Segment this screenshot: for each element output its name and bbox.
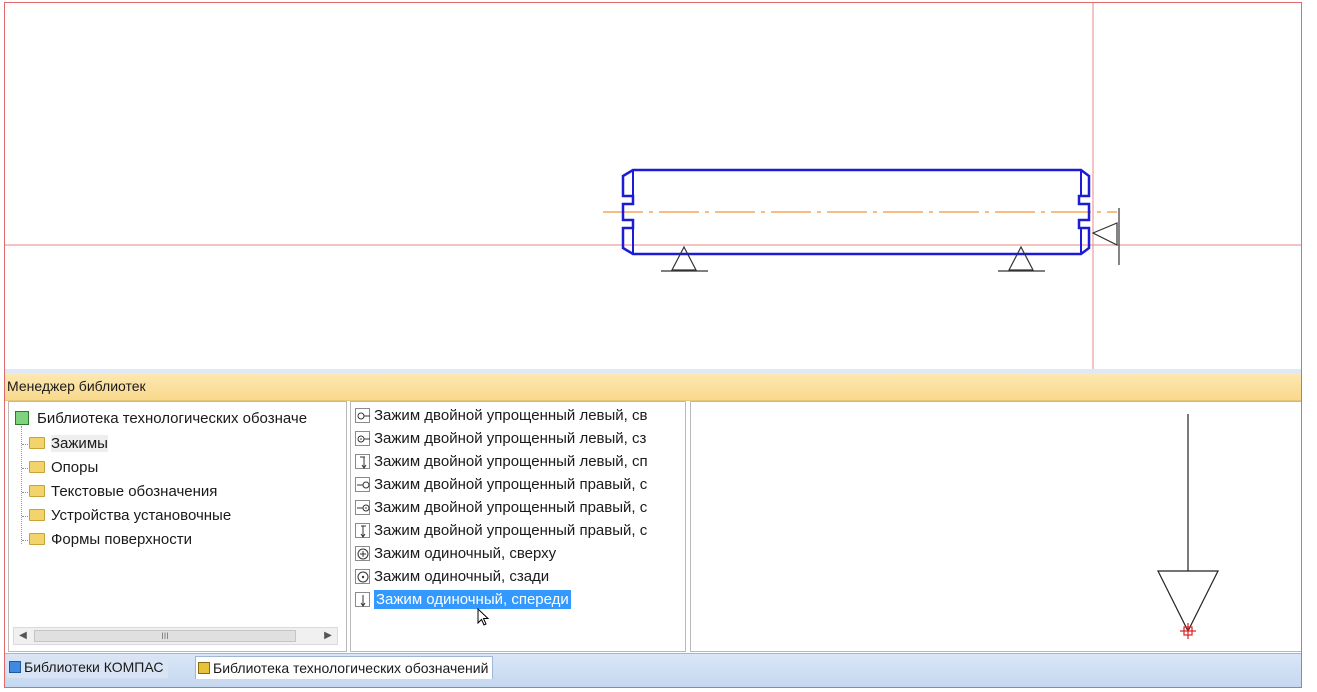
list-item-label: Зажим двойной упрощенный правый, с [374,499,648,516]
tree-horizontal-scrollbar[interactable]: ◀ III ▶ [13,627,338,645]
tree-folder-label: Текстовые обозначения [51,483,218,500]
tree-folder-clamps[interactable]: Зажимы [29,433,108,455]
list-item[interactable]: Зажим двойной упрощенный левый, сз [355,427,683,450]
clamp-single-top-icon [355,545,370,561]
clamp-symbol-right [1091,208,1120,265]
list-item[interactable]: Зажим двойной упрощенный правый, с [355,473,683,496]
tab-label: Библиотеки КОМПАС [24,659,164,675]
tree-folder-surface-forms[interactable]: Формы поверхности [29,529,192,551]
clamp-double-left-back-icon [355,430,370,446]
scroll-left-icon[interactable]: ◀ [15,628,31,644]
library-tree-pane: Библиотека технологических обозначе Зажи… [8,401,347,652]
tree-folder-label: Опоры [51,459,99,476]
folder-icon [29,461,45,474]
tree-folder-label: Устройства установочные [51,507,232,524]
tab-tech-symbols-library[interactable]: Библиотека технологических обозначений [195,656,494,679]
books-icon [198,662,210,675]
list-item[interactable]: Зажим двойной упрощенный левый, св [355,404,683,427]
folder-open-icon [29,437,45,450]
library-manager-header: Менеджер библиотек [5,373,1301,401]
clamp-preview-drawing [1157,414,1219,639]
mouse-pointer-icon [477,607,491,632]
tree-folder-fixtures[interactable]: Устройства установочные [29,505,231,527]
element-preview-pane [690,401,1301,652]
list-item[interactable]: Зажим двойной упрощенный левый, сп [355,450,683,473]
tab-kompas-libraries[interactable]: Библиотеки КОМПАС [7,656,168,678]
clamp-single-front-icon [355,591,370,607]
tree-folder-label: Формы поверхности [51,531,193,548]
insertion-point-marker [1180,623,1196,639]
list-item-label: Зажим двойной упрощенный правый, с [374,522,648,539]
list-item[interactable]: Зажим одиночный, сверху [355,542,683,565]
list-item-label: Зажим двойной упрощенный правый, с [374,476,648,493]
drawing-canvas[interactable] [5,3,1301,369]
clamp-single-back-icon [355,568,370,584]
tab-label: Библиотека технологических обозначений [213,660,489,676]
list-item-label: Зажим одиночный, сзади [374,568,550,585]
folder-icon [29,533,45,546]
clamp-double-left-top-icon [355,407,370,423]
list-item-label: Зажим двойной упрощенный левый, сз [374,430,647,447]
list-item[interactable]: Зажим двойной упрощенный правый, с [355,519,683,542]
list-item[interactable]: Зажим двойной упрощенный правый, с [355,496,683,519]
folder-icon [29,509,45,522]
library-tabs-bar: Библиотеки КОМПАС Библиотека технологиче… [5,653,1301,687]
tree-root-label: Библиотека технологических обозначе [37,410,308,427]
kompas-window: Менеджер библиотек Библиотека технологич… [4,2,1302,688]
library-icon [15,411,29,426]
tree-folder-label: Зажимы [51,435,108,452]
clamp-double-left-front-icon [355,453,370,469]
list-item-label: Зажим одиночный, сверху [374,545,557,562]
list-item-label: Зажим двойной упрощенный левый, сп [374,453,648,470]
list-item[interactable]: Зажим одиночный, сзади [355,565,683,588]
list-item-label: Зажим двойной упрощенный левый, св [374,407,648,424]
support-symbol-left [661,245,708,272]
library-element-list: Зажим двойной упрощенный левый, св Зажим… [350,401,686,652]
scroll-right-icon[interactable]: ▶ [320,628,336,644]
clamp-double-right-front-icon [355,522,370,538]
tree-folder-supports[interactable]: Опоры [29,457,98,479]
list-item-label: Зажим одиночный, спереди [374,590,571,609]
scrollbar-thumb[interactable]: III [34,630,296,642]
library-icon [9,661,21,674]
folder-icon [29,485,45,498]
clamp-double-right-back-icon [355,499,370,515]
tree-root-library[interactable]: Библиотека технологических обозначе [15,408,307,430]
support-symbol-right [998,245,1045,272]
tree-folder-text-symbols[interactable]: Текстовые обозначения [29,481,217,503]
scrollbar-grip: III [161,631,169,641]
list-item-selected[interactable]: Зажим одиночный, спереди [355,588,683,611]
clamp-double-right-top-icon [355,476,370,492]
